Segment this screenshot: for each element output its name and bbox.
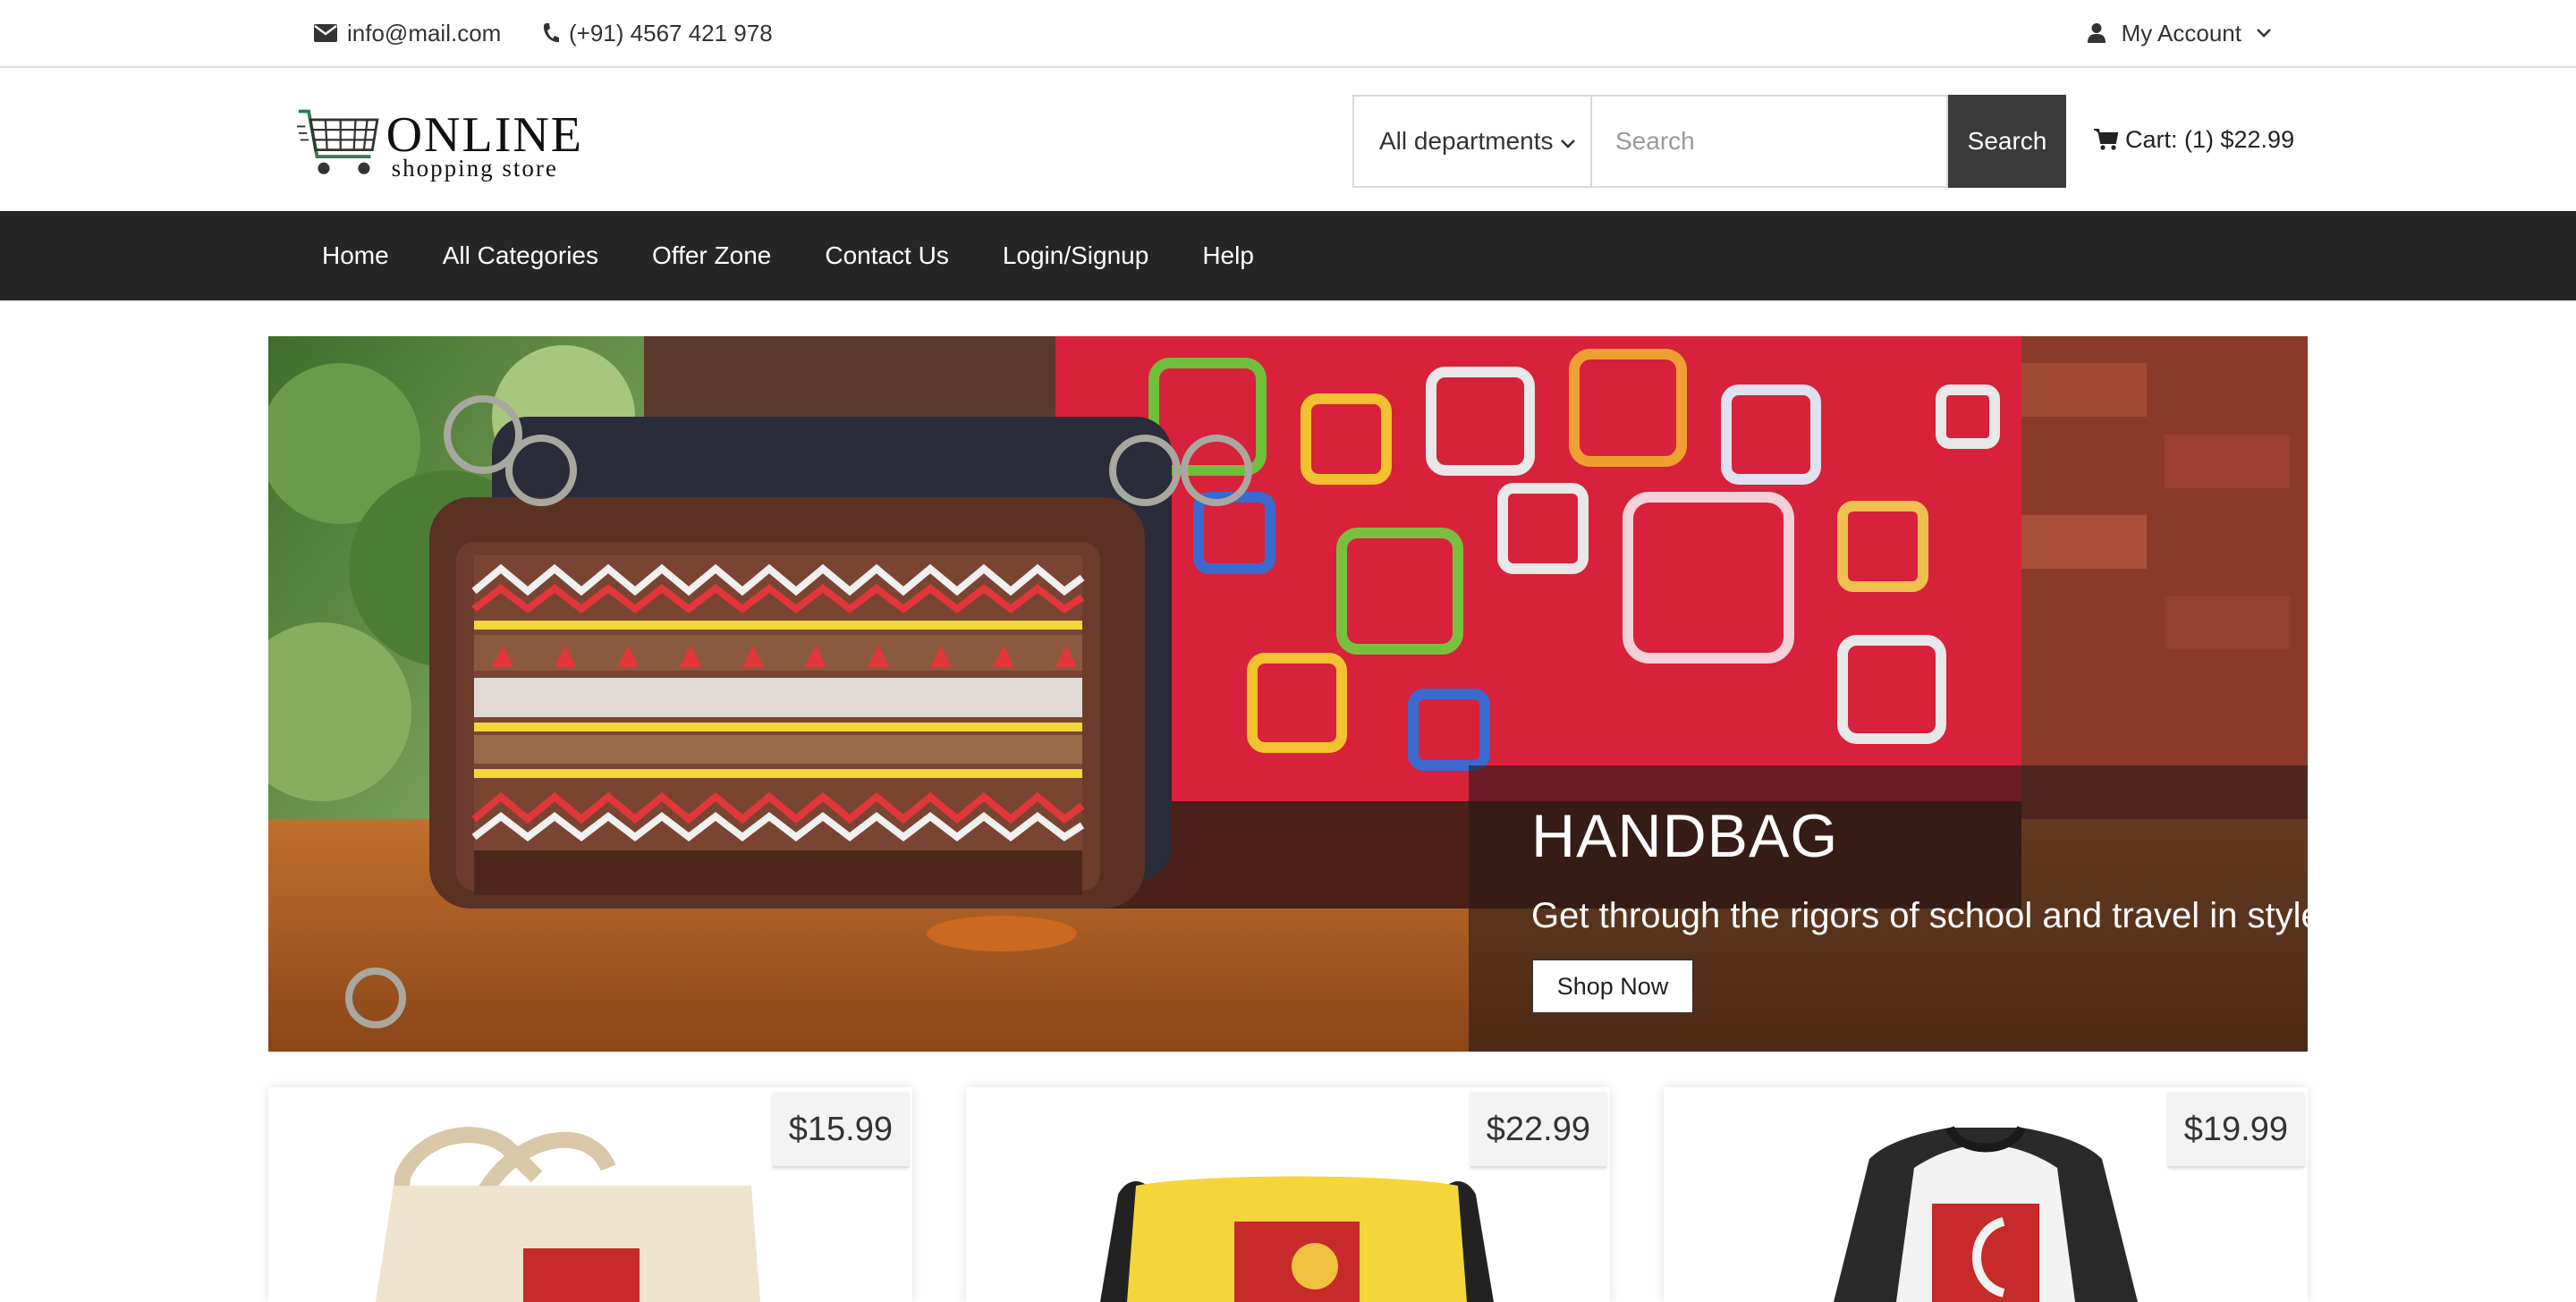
email-text: info@mail.com: [347, 19, 502, 46]
hero-caption: HANDBAG Get through the rigors of school…: [1469, 765, 2308, 1052]
store-logo[interactable]: ONLINE shopping store: [297, 102, 583, 188]
search-input[interactable]: [1590, 95, 1948, 188]
shopping-cart-icon: [2093, 128, 2118, 151]
nav-item-login-signup[interactable]: Login/Signup: [976, 241, 1175, 270]
chevron-down-icon: [2256, 28, 2272, 38]
contact-phone[interactable]: (+91) 4567 421 978: [542, 0, 773, 66]
hero-banner: HANDBAG Get through the rigors of school…: [268, 336, 2308, 1052]
logo-tagline: shopping store: [391, 154, 558, 182]
main-navigation: Home All Categories Offer Zone Contact U…: [0, 211, 2576, 300]
nav-item-offer-zone[interactable]: Offer Zone: [625, 241, 798, 270]
hero-subtitle: Get through the rigors of school and tra…: [1531, 896, 2308, 935]
envelope-icon: [313, 23, 338, 43]
product-card[interactable]: $19.99: [1664, 1087, 2308, 1302]
phone-icon: [542, 22, 560, 44]
cart-link[interactable]: Cart: (1) $22.99: [2093, 122, 2294, 157]
contact-email[interactable]: info@mail.com: [313, 0, 501, 66]
product-card[interactable]: $15.99: [268, 1087, 912, 1302]
department-selected: All departments: [1379, 127, 1554, 155]
product-price: $15.99: [772, 1093, 909, 1168]
top-bar: info@mail.com (+91) 4567 421 978 My Acco…: [0, 0, 2576, 68]
department-select[interactable]: All departments: [1352, 95, 1590, 188]
nav-item-contact-us[interactable]: Contact Us: [798, 241, 976, 270]
product-card[interactable]: $22.99: [966, 1087, 1610, 1302]
logo-title: ONLINE: [386, 106, 583, 163]
hero-title: HANDBAG: [1531, 802, 1839, 870]
site-header: ONLINE shopping store All departments Se…: [0, 68, 2576, 211]
cart-summary: Cart: (1) $22.99: [2125, 125, 2295, 153]
my-account-menu[interactable]: My Account: [2087, 0, 2272, 66]
product-price: $22.99: [1470, 1093, 1606, 1168]
search-button[interactable]: Search: [1948, 95, 2066, 188]
nav-item-help[interactable]: Help: [1175, 241, 1281, 270]
phone-text: (+91) 4567 421 978: [569, 19, 773, 46]
product-price: $19.99: [2167, 1093, 2304, 1168]
nav-item-all-categories[interactable]: All Categories: [416, 241, 625, 270]
my-account-label: My Account: [2121, 19, 2241, 46]
search-bar: All departments Search: [1352, 95, 2066, 188]
shopping-cart-logo-icon: [297, 109, 379, 174]
chevron-down-icon: [1560, 127, 1576, 156]
shop-now-button[interactable]: Shop Now: [1531, 959, 1694, 1014]
product-grid: $15.99 $22.99 $19.99: [268, 1087, 2308, 1302]
user-icon: [2087, 22, 2106, 44]
nav-item-home[interactable]: Home: [295, 241, 416, 270]
